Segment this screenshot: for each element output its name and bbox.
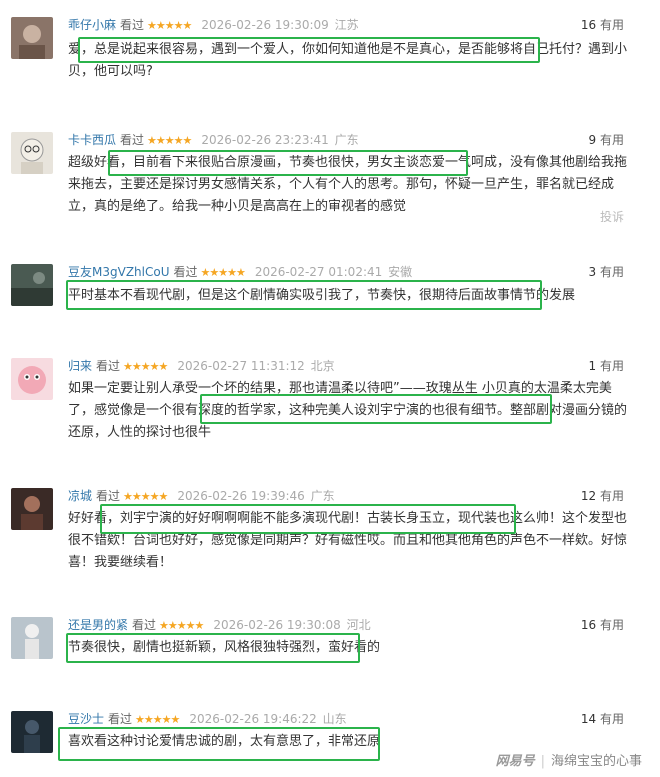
review-meta: 还是男的紧 看过 ★★★★★ 2026-02-26 19:30:08 河北 [68, 615, 371, 635]
review-location: 广东 [310, 489, 335, 503]
useful-count: 16 [580, 618, 597, 632]
useful-button[interactable]: 16 有用 [581, 15, 624, 35]
review-2: 卡卡西瓜 看过 ★★★★★ 2026-02-26 23:23:41 广东 9 有用 超… [0, 130, 660, 230]
highlight-box [78, 37, 540, 63]
username-link[interactable]: 豆友M3gVZhlCoU [68, 265, 169, 279]
user-avatar[interactable] [11, 132, 53, 174]
useful-label: 有用 [599, 489, 624, 503]
useful-count: 12 [580, 489, 597, 503]
review-location: 河北 [346, 618, 371, 632]
useful-label: 有用 [599, 265, 624, 279]
rating-stars: ★★★★★ [147, 19, 192, 32]
highlight-box [66, 280, 542, 310]
review-location: 山东 [322, 712, 347, 726]
review-meta: 豆沙士 看过 ★★★★★ 2026-02-26 19:46:22 山东 [68, 709, 347, 729]
review-4: 归来 看过 ★★★★★ 2026-02-27 11:31:12 北京 1 有用 如果一… [0, 356, 660, 446]
review-time: 2026-02-27 11:31:12 [177, 359, 305, 373]
highlight-box [66, 633, 360, 663]
useful-label: 有用 [599, 618, 624, 632]
review-time: 2026-02-26 19:46:22 [189, 712, 317, 726]
user-avatar[interactable] [11, 17, 53, 59]
username-link[interactable]: 归来 [68, 359, 92, 373]
highlight-box [58, 727, 380, 761]
highlight-box [200, 394, 552, 424]
useful-button[interactable]: 16 有用 [581, 615, 624, 635]
useful-label: 有用 [599, 359, 624, 373]
user-avatar[interactable] [11, 488, 53, 530]
review-location: 北京 [310, 359, 335, 373]
useful-count: 9 [588, 133, 597, 147]
review-meta: 豆友M3gVZhlCoU 看过 ★★★★★ 2026-02-27 01:02:41 安… [68, 262, 412, 282]
useful-count: 16 [580, 18, 597, 32]
useful-label: 有用 [599, 18, 624, 32]
rating-stars: ★★★★★ [135, 713, 180, 726]
username-link[interactable]: 卡卡西瓜 [68, 133, 116, 147]
review-1: 乖仔小麻 看过 ★★★★★ 2026-02-26 19:30:09 江苏 16 有用 … [0, 15, 660, 85]
review-6: 还是男的紧 看过 ★★★★★ 2026-02-26 19:30:08 河北 16 有用… [0, 615, 660, 665]
useful-button[interactable]: 14 有用 [581, 709, 624, 729]
review-meta: 乖仔小麻 看过 ★★★★★ 2026-02-26 19:30:09 江苏 [68, 15, 359, 35]
review-meta: 归来 看过 ★★★★★ 2026-02-27 11:31:12 北京 [68, 356, 335, 376]
review-meta: 凉城 看过 ★★★★★ 2026-02-26 19:39:46 广东 [68, 486, 335, 506]
useful-button[interactable]: 1 有用 [589, 356, 624, 376]
rating-stars: ★★★★★ [123, 360, 168, 373]
report-link[interactable]: 投诉 [600, 208, 624, 225]
username-link[interactable]: 凉城 [68, 489, 92, 503]
review-time: 2026-02-26 23:23:41 [201, 133, 329, 147]
user-avatar[interactable] [11, 617, 53, 659]
watched-label: 看过 [96, 359, 121, 373]
review-time: 2026-02-27 01:02:41 [254, 265, 383, 279]
watched-label: 看过 [120, 18, 145, 32]
review-location: 安徽 [388, 265, 413, 279]
highlight-box [108, 150, 468, 176]
review-location: 广东 [334, 133, 359, 147]
rating-stars: ★★★★★ [123, 490, 168, 503]
useful-count: 14 [580, 712, 597, 726]
watched-label: 看过 [120, 133, 145, 147]
useful-button[interactable]: 12 有用 [581, 486, 624, 506]
user-avatar[interactable] [11, 711, 53, 753]
username-link[interactable]: 豆沙士 [68, 712, 104, 726]
watched-label: 看过 [108, 712, 133, 726]
rating-stars: ★★★★★ [200, 266, 246, 279]
watched-label: 看过 [96, 489, 121, 503]
watched-label: 看过 [132, 618, 157, 632]
separator: | [540, 754, 545, 769]
useful-label: 有用 [599, 133, 624, 147]
review-location: 江苏 [334, 18, 359, 32]
useful-button[interactable]: 9 有用 [589, 130, 624, 150]
account-name: 海绵宝宝的心事 [550, 754, 642, 769]
user-avatar[interactable] [11, 358, 53, 400]
watched-label: 看过 [173, 265, 198, 279]
netease-brand: 网易号 [495, 754, 535, 769]
user-avatar[interactable] [11, 264, 53, 306]
review-time: 2026-02-26 19:39:46 [177, 489, 305, 503]
rating-stars: ★★★★★ [159, 619, 204, 632]
review-3: 豆友M3gVZhlCoU 看过 ★★★★★ 2026-02-27 01:02:41 安… [0, 262, 660, 322]
useful-label: 有用 [599, 712, 624, 726]
watermark: 网易号 | 海绵宝宝的心事 [496, 750, 642, 769]
useful-count: 1 [588, 359, 597, 373]
rating-stars: ★★★★★ [147, 134, 192, 147]
username-link[interactable]: 还是男的紧 [68, 618, 128, 632]
useful-count: 3 [588, 265, 597, 279]
highlight-box [100, 504, 516, 534]
review-time: 2026-02-26 19:30:08 [213, 618, 341, 632]
username-link[interactable]: 乖仔小麻 [68, 18, 116, 32]
review-5: 凉城 看过 ★★★★★ 2026-02-26 19:39:46 广东 12 有用 好好… [0, 486, 660, 576]
review-meta: 卡卡西瓜 看过 ★★★★★ 2026-02-26 23:23:41 广东 [68, 130, 359, 150]
review-time: 2026-02-26 19:30:09 [201, 18, 329, 32]
useful-button[interactable]: 3 有用 [589, 262, 624, 282]
